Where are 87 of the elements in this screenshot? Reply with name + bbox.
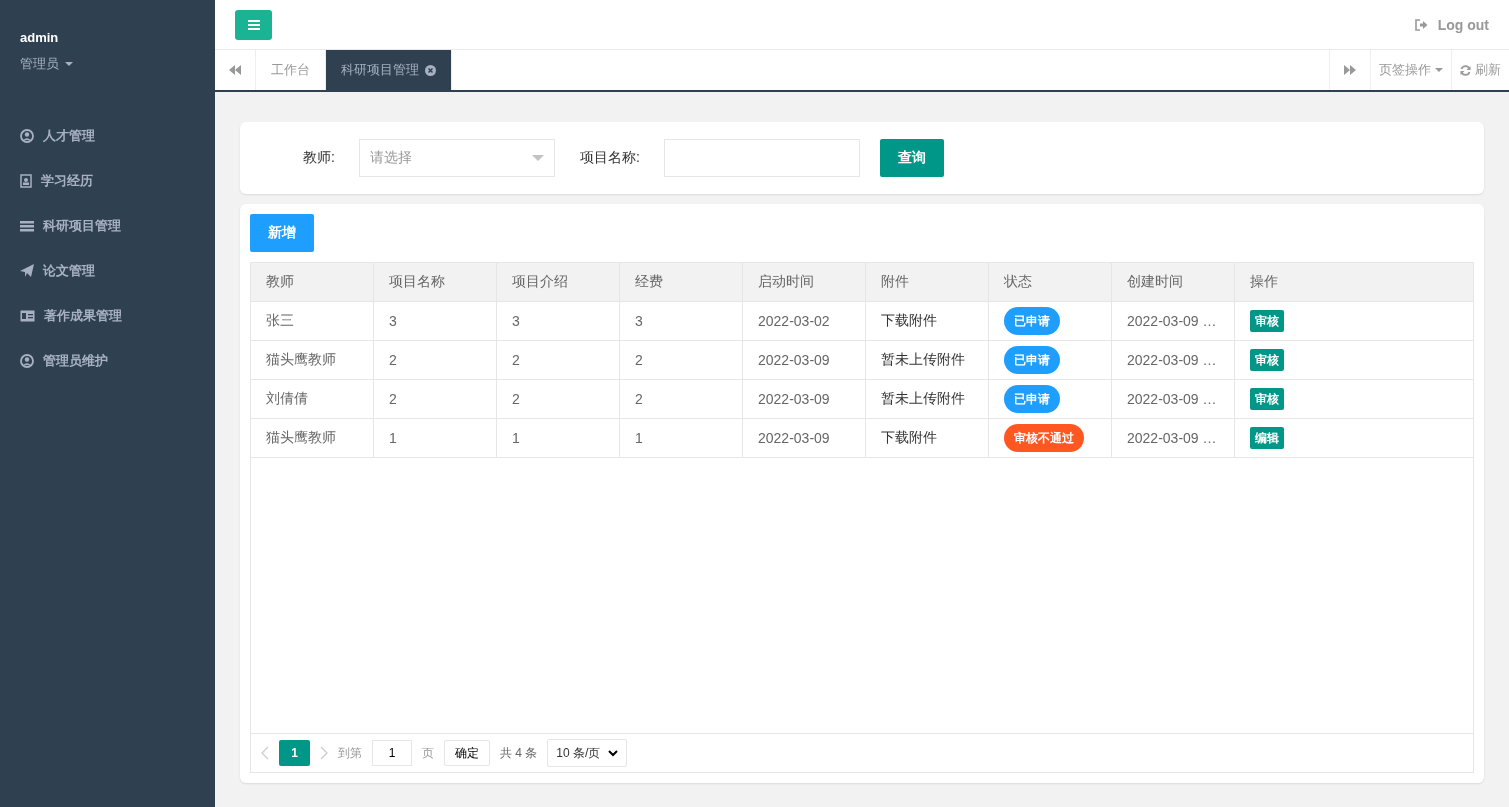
refresh-icon	[1460, 64, 1471, 76]
logout-link[interactable]: Log out	[1437, 16, 1489, 33]
page-unit-label: 页	[422, 744, 434, 762]
menu-button[interactable]	[235, 9, 272, 40]
confirm-button[interactable]: 确定	[444, 740, 490, 766]
total-count: 共 4 条	[500, 744, 538, 762]
page-button[interactable]: 1	[279, 740, 310, 766]
user-circle-icon	[20, 353, 34, 368]
table-cell: 猫头鹰教师	[251, 419, 374, 458]
status-badge: 已申请	[1004, 385, 1060, 413]
table-cell: 下载附件	[866, 419, 989, 458]
status-badge: 已申请	[1004, 346, 1060, 374]
table-cell: 2022-03-09	[743, 341, 866, 380]
table-cell: 2022-03-09 …	[1112, 341, 1235, 380]
query-button[interactable]: 查询	[879, 139, 944, 177]
page-number-input[interactable]: 1	[372, 740, 412, 766]
goto-label: 到第	[338, 744, 362, 762]
table-cell: 2	[620, 341, 743, 380]
project-name-input[interactable]	[663, 139, 860, 177]
table-cell: 2	[374, 341, 497, 380]
table-cell: 2022-03-09	[743, 380, 866, 419]
refresh-button[interactable]: 刷新	[1451, 50, 1509, 90]
table-cell: 猫头鹰教师	[251, 341, 374, 380]
table-cell: 2	[374, 380, 497, 419]
column-header: 操作	[1235, 263, 1473, 302]
add-button[interactable]: 新增	[250, 214, 314, 252]
action-button[interactable]: 审核	[1250, 310, 1284, 332]
table-cell: 1	[620, 419, 743, 458]
sidebar-item[interactable]: 著作成果管理	[0, 293, 215, 338]
double-left-icon	[229, 65, 241, 75]
user-circle-icon	[20, 128, 34, 143]
column-header: 项目名称	[374, 263, 497, 302]
table-cell: 2022-03-09 …	[1112, 380, 1235, 419]
action-button[interactable]: 审核	[1250, 349, 1284, 371]
id-card-icon	[20, 309, 35, 322]
column-header: 启动时间	[743, 263, 866, 302]
table-cell: 2	[497, 380, 620, 419]
status-badge: 已申请	[1004, 307, 1060, 335]
teacher-label: 教师:	[303, 149, 335, 167]
table-cell: 3	[497, 302, 620, 341]
caret-icon	[65, 62, 73, 66]
menu-icon	[247, 19, 260, 30]
status-badge: 审核不通过	[1004, 424, 1084, 452]
sidebar-item[interactable]: 人才管理	[0, 113, 215, 158]
table-cell: 张三	[251, 302, 374, 341]
table-cell: 2022-03-09	[743, 419, 866, 458]
teacher-select[interactable]: 请选择	[358, 139, 555, 177]
action-button[interactable]: 审核	[1250, 388, 1284, 410]
sidebar-item[interactable]: 科研项目管理	[0, 203, 215, 248]
user-role-dropdown[interactable]: 管理员	[20, 55, 59, 73]
column-header: 状态	[989, 263, 1112, 302]
table-cell: 暂未上传附件	[866, 380, 989, 419]
contact-card-icon	[20, 173, 32, 188]
table-cell: 3	[620, 302, 743, 341]
column-header: 附件	[866, 263, 989, 302]
column-header: 教师	[251, 263, 374, 302]
list-icon	[20, 219, 34, 232]
project-name-label: 项目名称:	[579, 149, 640, 167]
page-size-select[interactable]: 10 条/页	[547, 739, 628, 767]
table-cell: 2022-03-02	[743, 302, 866, 341]
table-cell: 1	[374, 419, 497, 458]
sidebar-item[interactable]: 管理员维护	[0, 338, 215, 383]
table-cell: 2	[497, 341, 620, 380]
close-icon[interactable]	[425, 64, 436, 76]
sign-out-icon	[1414, 18, 1428, 31]
sidebar-item[interactable]: 论文管理	[0, 248, 215, 293]
page-tab[interactable]: 科研项目管理	[326, 50, 452, 90]
sidebar-item[interactable]: 学习经历	[0, 158, 215, 203]
double-right-icon	[1344, 65, 1356, 75]
next-page-icon[interactable]	[320, 746, 328, 760]
table-cell: 2	[620, 380, 743, 419]
column-header: 创建时间	[1112, 263, 1235, 302]
column-header: 项目介绍	[497, 263, 620, 302]
table-cell: 刘倩倩	[251, 380, 374, 419]
table-cell: 暂未上传附件	[866, 341, 989, 380]
chevron-down-icon	[608, 749, 619, 757]
table-cell: 1	[497, 419, 620, 458]
table-cell: 3	[374, 302, 497, 341]
action-button[interactable]: 编辑	[1250, 427, 1284, 449]
user-name: admin	[20, 30, 60, 45]
tab-operations-dropdown[interactable]: 页签操作	[1370, 50, 1451, 90]
column-header: 经费	[620, 263, 743, 302]
paper-plane-icon	[20, 263, 34, 278]
previous-page-icon[interactable]	[261, 746, 269, 760]
table-cell: 下载附件	[866, 302, 989, 341]
table-cell: 2022-03-09 …	[1112, 302, 1235, 341]
table-cell: 2022-03-09 …	[1112, 419, 1235, 458]
